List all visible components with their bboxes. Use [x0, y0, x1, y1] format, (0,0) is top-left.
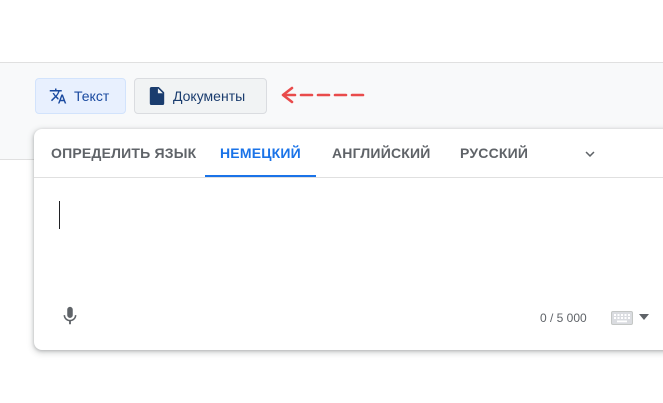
- translate-page: Текст Документы ОПРЕДЕЛИТЬ ЯЗЫК НЕМЕЦКИЙ…: [0, 0, 663, 403]
- document-icon: [147, 86, 167, 106]
- text-mode-button[interactable]: Текст: [35, 78, 126, 114]
- keyboard-dropdown-icon[interactable]: [639, 314, 649, 320]
- text-mode-label: Текст: [74, 88, 110, 104]
- tab-english[interactable]: АНГЛИЙСКИЙ: [332, 129, 431, 177]
- documents-mode-button[interactable]: Документы: [134, 78, 267, 114]
- character-counter: 0 / 5 000: [540, 311, 587, 325]
- active-tab-indicator: [205, 175, 316, 177]
- text-cursor: [59, 201, 60, 229]
- chevron-down-icon[interactable]: [581, 145, 599, 163]
- tab-german[interactable]: НЕМЕЦКИЙ: [220, 129, 301, 177]
- documents-mode-label: Документы: [173, 88, 246, 104]
- tab-detect-language[interactable]: ОПРЕДЕЛИТЬ ЯЗЫК: [51, 129, 196, 177]
- translation-card: ОПРЕДЕЛИТЬ ЯЗЫК НЕМЕЦКИЙ АНГЛИЙСКИЙ РУСС…: [34, 129, 663, 350]
- tab-russian[interactable]: РУССКИЙ: [460, 129, 528, 177]
- source-text-input[interactable]: [34, 178, 663, 298]
- keyboard-icon[interactable]: [611, 311, 633, 325]
- translate-icon: [48, 86, 68, 106]
- microphone-icon[interactable]: [59, 304, 81, 328]
- language-tabs: ОПРЕДЕЛИТЬ ЯЗЫК НЕМЕЦКИЙ АНГЛИЙСКИЙ РУСС…: [34, 129, 663, 178]
- arrow-left-icon: [281, 86, 370, 104]
